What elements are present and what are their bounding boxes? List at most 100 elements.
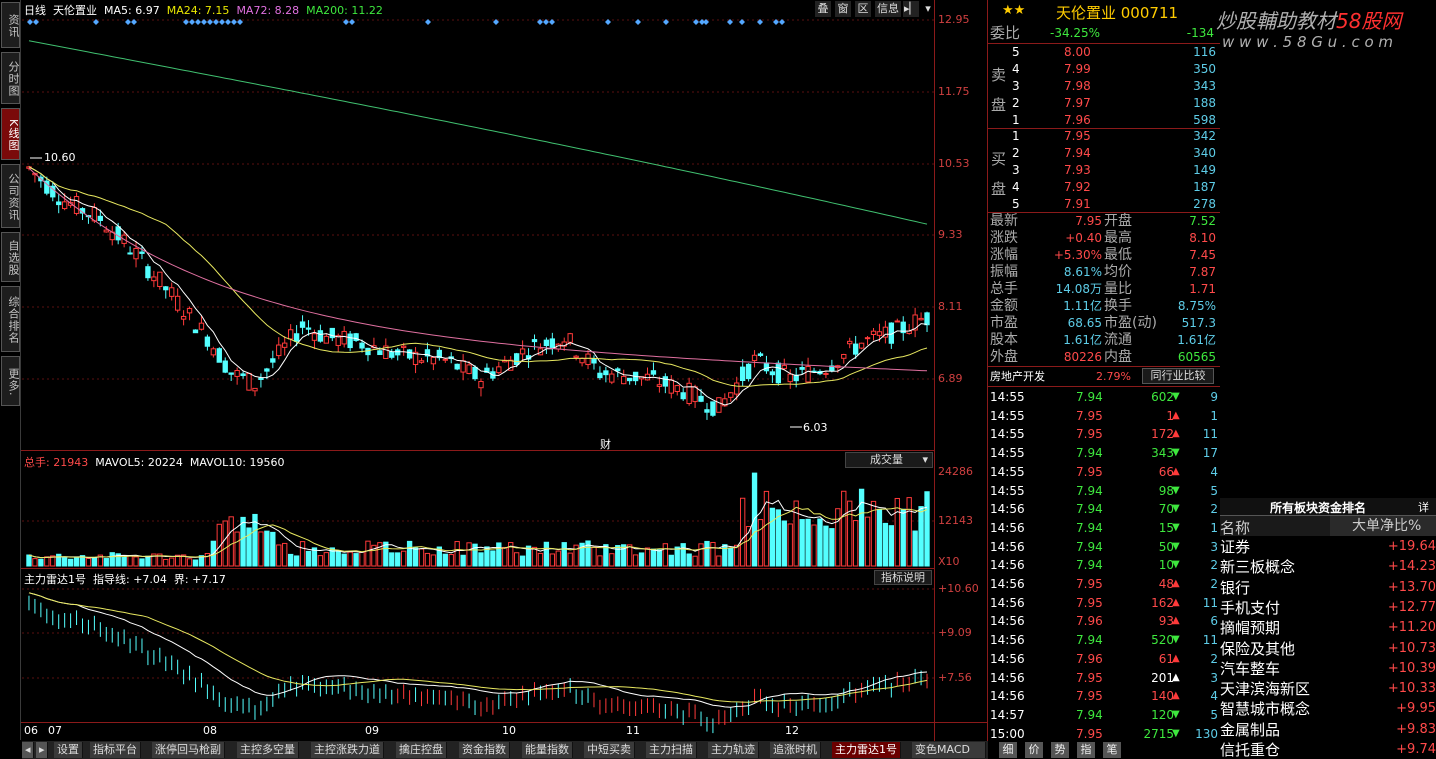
candle-body bbox=[222, 360, 228, 373]
indicator-help-button[interactable]: 指标说明 bbox=[874, 570, 932, 585]
tab-indicator[interactable]: 追涨时机 bbox=[770, 742, 821, 758]
scroll-left-icon[interactable]: ◂ bbox=[22, 742, 34, 758]
candle-body bbox=[299, 321, 306, 328]
stat-value: 1.11亿 bbox=[1063, 299, 1102, 313]
tab-indicator[interactable]: 中短买卖 bbox=[584, 742, 635, 758]
sector-row[interactable]: 金属制品 +9.83 bbox=[1220, 720, 1436, 740]
candle-body bbox=[293, 333, 300, 342]
tab-price[interactable]: 价 bbox=[1025, 742, 1043, 758]
industry-name: 房地产开发 bbox=[990, 370, 1045, 383]
candle-body bbox=[472, 366, 478, 380]
tick-count: 1 bbox=[1210, 408, 1218, 423]
sector-name: 保险及其他 bbox=[1220, 639, 1296, 658]
down-arrow-icon: ▼ bbox=[1172, 540, 1180, 552]
tick-count: 9 bbox=[1210, 390, 1218, 404]
volume-bar bbox=[496, 542, 502, 567]
volume-bar bbox=[716, 555, 722, 567]
tab-indicator[interactable]: 资金指数 bbox=[459, 742, 510, 758]
level-volume: 149 bbox=[1193, 163, 1216, 177]
sector-row[interactable]: 新三板概念 +14.23 bbox=[1220, 557, 1436, 577]
tab-indicator-platform[interactable]: 指标平台 bbox=[90, 742, 141, 758]
candle-body bbox=[264, 368, 270, 372]
tab-settings[interactable]: 设置 bbox=[54, 742, 83, 758]
volume-bar bbox=[44, 556, 50, 567]
tab-indicator[interactable]: 主控多空量 bbox=[237, 742, 299, 758]
volume-bar bbox=[757, 519, 764, 567]
tick-time: 14:56 bbox=[990, 651, 1025, 666]
col-netratio-header[interactable]: 大单净比% bbox=[1330, 516, 1436, 536]
volume-bar bbox=[626, 544, 633, 567]
sector-net-ratio: +9.83 bbox=[1396, 721, 1436, 737]
sector-row[interactable]: 保险及其他 +10.73 bbox=[1220, 639, 1436, 659]
tick-count: 2 bbox=[1210, 651, 1218, 666]
indicator-line1: 指导线: +7.04 bbox=[93, 573, 167, 586]
volume-bar bbox=[466, 542, 472, 567]
volume-bar bbox=[454, 541, 460, 567]
volume-bar bbox=[400, 550, 407, 567]
volume-bar bbox=[395, 552, 401, 567]
tick-time: 14:56 bbox=[990, 558, 1025, 573]
sector-detail-button[interactable]: 详 bbox=[1418, 499, 1429, 515]
tab-trend[interactable]: 势 bbox=[1051, 742, 1069, 758]
tab-trade[interactable]: 笔 bbox=[1103, 742, 1121, 758]
watermark-text: 炒股輔助教材 bbox=[1216, 9, 1336, 33]
sector-row[interactable]: 摘帽预期 +11.20 bbox=[1220, 618, 1436, 638]
down-arrow-icon: ▼ bbox=[1172, 708, 1180, 720]
scroll-right-icon[interactable]: ▸ bbox=[36, 742, 48, 758]
tab-index[interactable]: 指 bbox=[1077, 742, 1095, 758]
industry-compare-button[interactable]: 同行业比较 bbox=[1142, 368, 1214, 384]
kline-chart[interactable] bbox=[0, 0, 988, 741]
candle-body bbox=[228, 372, 234, 375]
tab-indicator[interactable]: 能量指数 bbox=[522, 742, 573, 758]
stat-value: 80226 bbox=[1063, 350, 1102, 364]
volume-axis-label: X10 bbox=[938, 555, 960, 568]
up-arrow-icon: ▲ bbox=[1172, 690, 1180, 702]
candle-body bbox=[418, 360, 425, 363]
tab-indicator[interactable]: 主力轨迹 bbox=[708, 742, 759, 758]
candle-body bbox=[852, 343, 859, 355]
stat-label: 市盈 bbox=[990, 315, 1018, 331]
down-arrow-icon: ▼ bbox=[1172, 521, 1180, 533]
tab-indicator[interactable]: 涨停回马枪副 bbox=[152, 742, 225, 758]
tick-count: 4 bbox=[1210, 689, 1218, 704]
tab-indicator[interactable]: 变色MACD bbox=[912, 742, 986, 758]
tab-indicator[interactable]: 擒庄控盘 bbox=[396, 742, 447, 758]
order-level-row: 4 7.99 350 bbox=[1010, 61, 1220, 78]
volume-axis-label: 24286 bbox=[938, 465, 973, 478]
volume-bar bbox=[817, 518, 823, 567]
tick-time: 14:55 bbox=[990, 464, 1025, 479]
tick-volume: 2715 bbox=[1143, 726, 1174, 741]
mavol10-label: MAVOL10: 19560 bbox=[189, 456, 285, 469]
volume-bar bbox=[317, 555, 324, 567]
tab-indicator[interactable]: 主力扫描 bbox=[646, 742, 697, 758]
watermark-brand: 58股网 bbox=[1336, 9, 1402, 33]
sector-row[interactable]: 汽车整车 +10.39 bbox=[1220, 659, 1436, 679]
level-volume: 116 bbox=[1193, 45, 1216, 59]
tick-row: 14:56 7.94 50 ▼ 3 bbox=[988, 538, 1220, 556]
tab-detail[interactable]: 细 bbox=[999, 742, 1017, 758]
level-number: 2 bbox=[1012, 146, 1020, 160]
tick-row: 14:56 7.94 15 ▼ 1 bbox=[988, 519, 1220, 537]
tick-time: 14:56 bbox=[990, 577, 1025, 591]
x-axis-label: 10 bbox=[502, 724, 516, 737]
volume-bar bbox=[656, 549, 663, 567]
tab-indicator[interactable]: 主控涨跌力道 bbox=[311, 742, 384, 758]
candle-body bbox=[841, 353, 847, 359]
sector-row[interactable]: 智慧城市概念 +9.95 bbox=[1220, 699, 1436, 719]
col-name-header[interactable]: 名称 bbox=[1220, 517, 1250, 538]
order-level-row: 3 7.93 149 bbox=[1010, 162, 1220, 179]
volume-indicator-select[interactable]: 成交量 ▾ bbox=[845, 452, 933, 468]
volume-bar bbox=[769, 507, 776, 567]
tab-indicator-active[interactable]: 主力雷达1号 bbox=[832, 742, 901, 758]
tick-volume: 602 bbox=[1151, 390, 1174, 404]
sector-row[interactable]: 证券 +19.64 bbox=[1220, 537, 1436, 557]
candle-body bbox=[674, 385, 680, 392]
tick-count: 11 bbox=[1202, 595, 1218, 610]
volume-bar bbox=[823, 525, 829, 567]
candle-body bbox=[745, 363, 752, 380]
signal-diamond-icon bbox=[605, 19, 611, 25]
sector-row[interactable]: 信托重仓 +9.74 bbox=[1220, 740, 1436, 759]
sector-row[interactable]: 天津滨海新区 +10.33 bbox=[1220, 679, 1436, 699]
sector-row[interactable]: 银行 +13.70 bbox=[1220, 578, 1436, 598]
sector-row[interactable]: 手机支付 +12.77 bbox=[1220, 598, 1436, 618]
